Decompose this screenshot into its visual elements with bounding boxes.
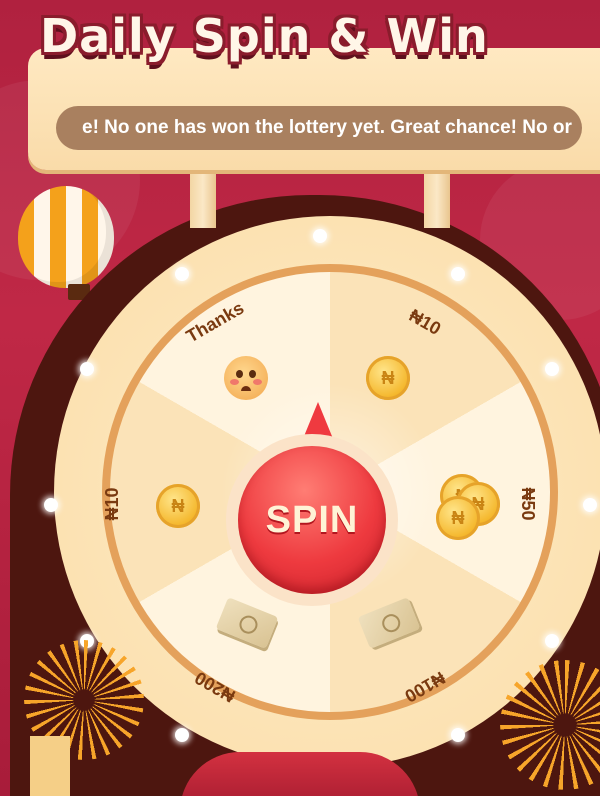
wheel-bulb [545,634,559,648]
announcement-marquee: e! No one has won the lottery yet. Great… [56,106,582,150]
coin-icon: ₦ [156,484,200,528]
wheel-bulb [175,267,189,281]
page-title: Daily Spin & Win [40,9,489,63]
wheel-stand [180,752,420,796]
ribbon-decoration [30,736,70,796]
marquee-text: e! No one has won the lottery yet. Great… [82,117,572,138]
wheel-bulb [451,728,465,742]
wheel-bulb [80,362,94,376]
hot-air-balloon-icon [18,186,114,288]
board-post-right [424,168,450,228]
wheel-bulb [44,498,58,512]
wheel-bulb [175,728,189,742]
spin-button-label: SPIN [265,499,359,541]
wheel-bulb [313,229,327,243]
coin-icon: ₦ [366,356,410,400]
wheel-bulb [545,362,559,376]
prize-label-50: ₦50 [518,487,538,521]
wheel-bulb [583,498,597,512]
crying-face-icon [224,356,268,400]
coin-stack-icon: ₦ [436,496,480,540]
wheel-bulb [451,267,465,281]
prize-label-10-left: ₦10 [102,487,122,521]
spin-win-screen: e! No one has won the lottery yet. Great… [0,0,600,796]
board-post-left [190,168,216,228]
spin-button[interactable]: SPIN [238,446,386,594]
